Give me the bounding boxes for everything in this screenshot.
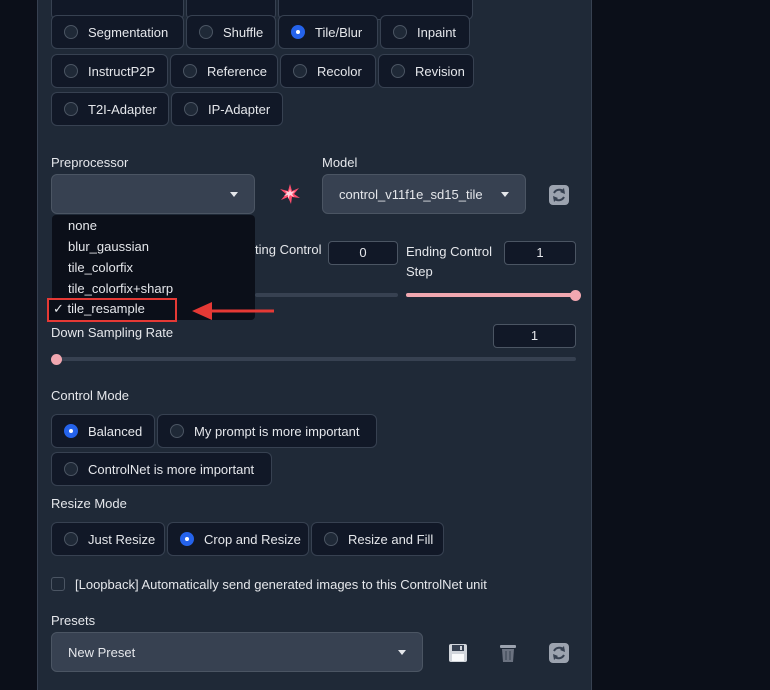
radio-icon bbox=[391, 64, 405, 78]
control-type-t2i-adapter[interactable]: T2I-Adapter bbox=[51, 92, 169, 126]
resize-mode-label: Resize Mode bbox=[51, 496, 127, 511]
control-type-segmentation[interactable]: Segmentation bbox=[51, 15, 184, 49]
starting-control-label: ting Control bbox=[255, 242, 322, 257]
radio-icon bbox=[324, 532, 338, 546]
radio-selected-icon bbox=[64, 424, 78, 438]
control-mode-balanced[interactable]: Balanced bbox=[51, 414, 155, 448]
radio-icon bbox=[64, 532, 78, 546]
control-type-recolor[interactable]: Recolor bbox=[280, 54, 376, 88]
control-mode-prompt[interactable]: My prompt is more important bbox=[157, 414, 377, 448]
presets-label: Presets bbox=[51, 613, 96, 628]
starting-control-slider[interactable] bbox=[255, 293, 398, 297]
ending-control-value[interactable]: 1 bbox=[504, 241, 576, 265]
annotation-arrow-icon bbox=[192, 302, 274, 320]
model-label: Model bbox=[322, 155, 358, 170]
starting-control-value[interactable]: 0 bbox=[328, 241, 398, 265]
ending-control-thumb[interactable] bbox=[570, 290, 581, 301]
model-select[interactable]: control_v11f1e_sd15_tile bbox=[322, 174, 526, 214]
refresh-models-icon[interactable] bbox=[548, 184, 570, 206]
ending-control-label: Ending Control Step bbox=[406, 244, 492, 279]
control-type-reference[interactable]: Reference bbox=[170, 54, 278, 88]
control-type-revision[interactable]: Revision bbox=[378, 54, 474, 88]
presets-select[interactable]: New Preset bbox=[51, 632, 423, 672]
chevron-down-icon bbox=[501, 191, 509, 197]
radio-icon bbox=[393, 25, 407, 39]
loopback-checkbox[interactable] bbox=[51, 577, 65, 591]
down-sampling-track[interactable] bbox=[56, 357, 576, 361]
save-preset-icon[interactable] bbox=[447, 642, 469, 664]
control-mode-label: Control Mode bbox=[51, 388, 130, 403]
radio-icon bbox=[184, 102, 198, 116]
radio-icon bbox=[64, 64, 78, 78]
control-type-tile-blur[interactable]: Tile/Blur bbox=[278, 15, 378, 49]
radio-selected-icon bbox=[180, 532, 194, 546]
resize-mode-crop-and-resize[interactable]: Crop and Resize bbox=[167, 522, 309, 556]
control-type-inpaint[interactable]: Inpaint bbox=[380, 15, 470, 49]
resize-mode-resize-and-fill[interactable]: Resize and Fill bbox=[311, 522, 444, 556]
checkmark-icon: ✓ bbox=[53, 301, 64, 316]
dropdown-option-blur-gaussian[interactable]: blur_gaussian bbox=[68, 239, 149, 254]
radio-icon bbox=[293, 64, 307, 78]
control-type-instructp2p[interactable]: InstructP2P bbox=[51, 54, 168, 88]
preprocessor-select[interactable] bbox=[51, 174, 255, 214]
trash-icon[interactable] bbox=[497, 642, 519, 664]
control-type-shuffle[interactable]: Shuffle bbox=[186, 15, 276, 49]
preprocessor-label: Preprocessor bbox=[51, 155, 129, 170]
chevron-down-icon bbox=[398, 649, 406, 655]
radio-icon bbox=[183, 64, 197, 78]
radio-icon bbox=[64, 25, 78, 39]
down-sampling-thumb[interactable] bbox=[51, 354, 62, 365]
radio-icon bbox=[170, 424, 184, 438]
dropdown-option-tile-colorfix[interactable]: tile_colorfix bbox=[68, 260, 133, 275]
control-mode-controlnet[interactable]: ControlNet is more important bbox=[51, 452, 272, 486]
down-sampling-label: Down Sampling Rate bbox=[51, 325, 174, 340]
run-preprocessor-icon[interactable] bbox=[279, 183, 301, 205]
radio-icon bbox=[64, 102, 78, 116]
radio-icon bbox=[199, 25, 213, 39]
dropdown-option-tile-colorfix-sharp[interactable]: tile_colorfix+sharp bbox=[68, 281, 173, 296]
ending-control-fill bbox=[406, 293, 576, 297]
dropdown-option-none[interactable]: none bbox=[68, 218, 97, 233]
dropdown-option-tile-resample[interactable]: ✓ tile_resample bbox=[53, 301, 145, 317]
radio-icon bbox=[64, 462, 78, 476]
resize-mode-just-resize[interactable]: Just Resize bbox=[51, 522, 165, 556]
control-type-ip-adapter[interactable]: IP-Adapter bbox=[171, 92, 283, 126]
refresh-presets-icon[interactable] bbox=[548, 642, 570, 664]
loopback-label: [Loopback] Automatically send generated … bbox=[75, 577, 487, 592]
down-sampling-value[interactable]: 1 bbox=[493, 324, 576, 348]
chevron-down-icon bbox=[230, 191, 238, 197]
radio-selected-icon bbox=[291, 25, 305, 39]
